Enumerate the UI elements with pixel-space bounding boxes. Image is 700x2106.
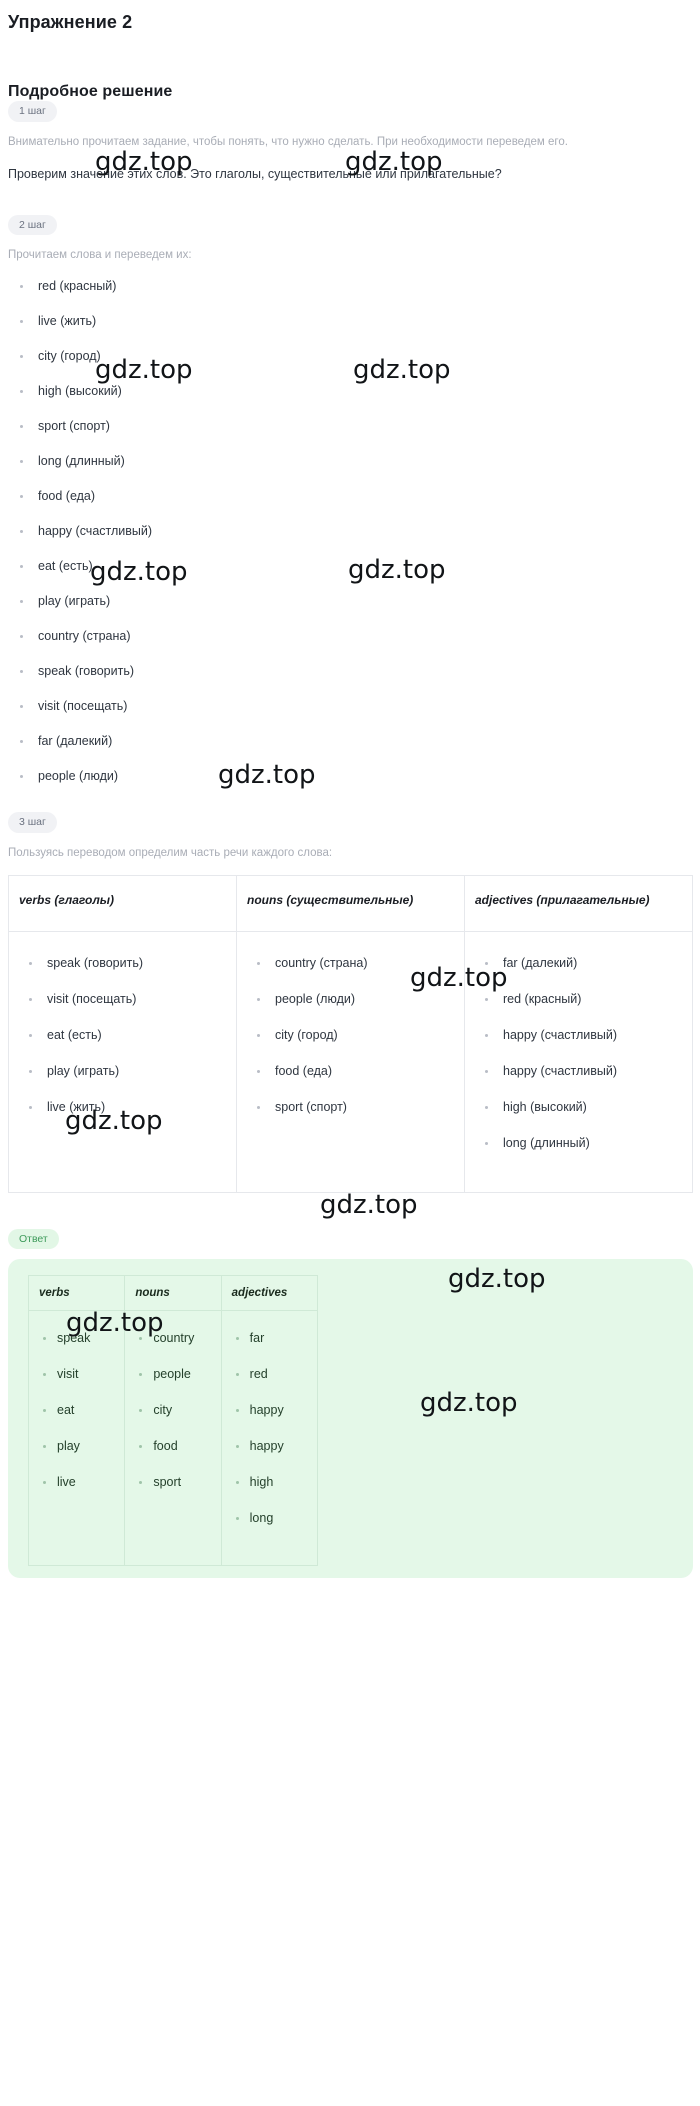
- cell-nouns: country (страна) people (люди) city (город…: [236, 930, 465, 1193]
- answer-table: verbs nouns adjectives speak visit eat play…: [27, 1275, 319, 1567]
- solution-page: Упражнение 2 Подробное решение 1 шаг Вни…: [0, 0, 700, 1579]
- answer-list-item: play: [37, 1439, 122, 1454]
- answer-list-item: food: [133, 1439, 218, 1454]
- verbs-list: speak (говорить) visit (посещать) eat (ест…: [13, 956, 232, 1115]
- answer-list-item: people: [133, 1367, 218, 1382]
- word-list-item: red (красный): [14, 279, 700, 294]
- watermark-10: gdz.top: [320, 1190, 418, 1220]
- answer-column-header-verbs: verbs: [27, 1275, 126, 1312]
- step-3-block: 3 шаг Пользуясь переводом определим част…: [0, 812, 700, 1193]
- table-list-item: eat (есть): [23, 1028, 232, 1043]
- answer-list-item: speak: [37, 1331, 122, 1346]
- column-header-nouns: nouns (существительные): [236, 874, 465, 932]
- answer-cell-adjectives: far red happy happy high long: [220, 1310, 319, 1567]
- answer-column-header-nouns: nouns: [124, 1275, 222, 1312]
- answer-block: Ответ verbs nouns adjectives speak visit e…: [0, 1228, 700, 1579]
- answer-cell-nouns: country people city food sport: [124, 1310, 222, 1567]
- answer-list-item: live: [37, 1475, 122, 1490]
- column-header-verbs: verbs (глаголы): [8, 874, 237, 932]
- answer-table-row: speak visit eat play live country people city f…: [27, 1310, 319, 1567]
- answer-list-item: happy: [230, 1403, 315, 1418]
- table-list-item: play (играть): [23, 1064, 232, 1079]
- answer-list-item: sport: [133, 1475, 218, 1490]
- table-row: speak (говорить) visit (посещать) eat (ест…: [8, 930, 693, 1193]
- word-list-item: city (город): [14, 349, 700, 364]
- table-list-item: people (люди): [251, 992, 460, 1007]
- answer-list-item: city: [133, 1403, 218, 1418]
- step-1-block: 1 шаг Внимательно прочитаем задание, что…: [0, 101, 700, 187]
- table-list-item: visit (посещать): [23, 992, 232, 1007]
- nouns-list: country (страна) people (люди) city (город…: [241, 956, 460, 1115]
- word-list-item: long (длинный): [14, 454, 700, 469]
- step-badge-2: 2 шаг: [8, 214, 57, 236]
- word-list-item: happy (счастливый): [14, 524, 700, 539]
- step-badge-3: 3 шаг: [8, 812, 57, 833]
- solution-heading: Подробное решение: [8, 83, 173, 100]
- answer-list-item: visit: [37, 1367, 122, 1382]
- answer-list-item: happy: [230, 1439, 315, 1454]
- word-list-item: far (далекий): [14, 734, 700, 749]
- answer-badge: Ответ: [8, 1228, 59, 1250]
- table-list-item: far (далекий): [479, 956, 688, 971]
- word-list-item: play (играть): [14, 594, 700, 609]
- column-header-adjectives: adjectives (прилагательные): [464, 874, 693, 932]
- table-list-item: sport (спорт): [251, 1100, 460, 1115]
- answer-verbs-list: speak visit eat play live: [31, 1331, 122, 1490]
- table-list-item: happy (счастливый): [479, 1064, 688, 1079]
- answer-adjectives-list: far red happy happy high long: [224, 1331, 315, 1526]
- answer-list-item: eat: [37, 1403, 122, 1418]
- table-list-item: city (город): [251, 1028, 460, 1043]
- parts-of-speech-table: verbs (глаголы) nouns (существительные) …: [8, 874, 693, 1193]
- step-badge-1: 1 шаг: [8, 101, 57, 122]
- cell-adjectives: far (далекий) red (красный) happy (счастли…: [464, 930, 693, 1193]
- word-list-item: eat (есть): [14, 559, 700, 574]
- word-list-item: people (люди): [14, 769, 700, 784]
- answer-list-item: country: [133, 1331, 218, 1346]
- word-list-item: high (высокий): [14, 384, 700, 399]
- answer-box: verbs nouns adjectives speak visit eat play…: [8, 1259, 693, 1579]
- answer-list-item: red: [230, 1367, 315, 1382]
- step-2-muted-text: Прочитаем слова и переведем их:: [8, 249, 192, 262]
- word-list-item: sport (спорт): [14, 419, 700, 434]
- answer-header-row: verbs nouns adjectives: [27, 1275, 319, 1312]
- table-list-item: red (красный): [479, 992, 688, 1007]
- adjectives-list: far (далекий) red (красный) happy (счастли…: [469, 956, 688, 1151]
- step-1-question-text: Проверим значение этих слов. Это глаголы…: [8, 166, 502, 181]
- answer-cell-verbs: speak visit eat play live: [27, 1310, 126, 1567]
- word-list-item: food (еда): [14, 489, 700, 504]
- answer-list-item: far: [230, 1331, 315, 1346]
- word-list-item: country (страна): [14, 629, 700, 644]
- step-2-block: 2 шаг Прочитаем слова и переведем их: re…: [0, 214, 700, 785]
- table-list-item: live (жить): [23, 1100, 232, 1115]
- table-list-item: food (еда): [251, 1064, 460, 1079]
- answer-list-item: long: [230, 1511, 315, 1526]
- cell-verbs: speak (говорить) visit (посещать) eat (ест…: [8, 930, 237, 1193]
- table-list-item: country (страна): [251, 956, 460, 971]
- page-title: Упражнение 2: [8, 12, 133, 32]
- answer-nouns-list: country people city food sport: [127, 1331, 218, 1490]
- step-1-muted-text: Внимательно прочитаем задание, чтобы пон…: [8, 135, 568, 148]
- word-list-item: live (жить): [14, 314, 700, 329]
- answer-column-header-adjectives: adjectives: [220, 1275, 319, 1312]
- table-list-item: high (высокий): [479, 1100, 688, 1115]
- word-list-item: visit (посещать): [14, 699, 700, 714]
- step-3-muted-text: Пользуясь переводом определим часть речи…: [8, 846, 333, 859]
- table-header-row: verbs (глаголы) nouns (существительные) …: [8, 874, 693, 932]
- table-list-item: long (длинный): [479, 1136, 688, 1151]
- word-translation-list: red (красный) live (жить) city (город) high…: [0, 279, 700, 784]
- answer-list-item: high: [230, 1475, 315, 1490]
- word-list-item: speak (говорить): [14, 664, 700, 679]
- table-list-item: speak (говорить): [23, 956, 232, 971]
- table-list-item: happy (счастливый): [479, 1028, 688, 1043]
